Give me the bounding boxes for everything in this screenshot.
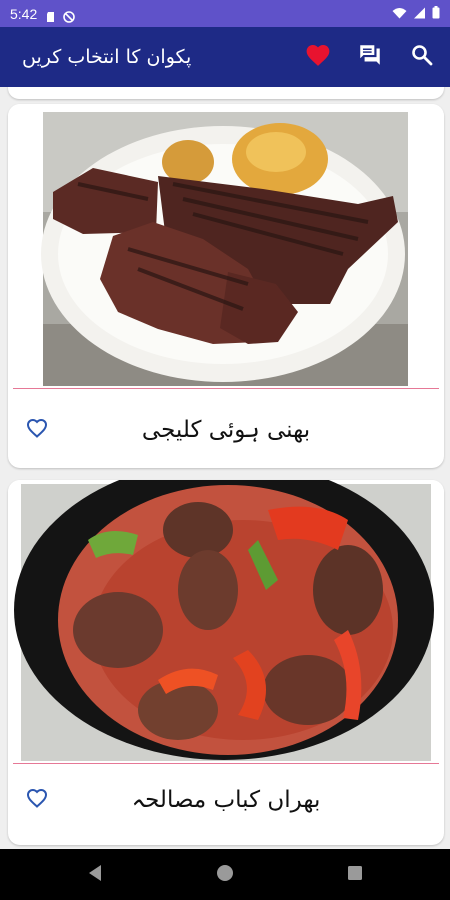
battery-icon xyxy=(432,4,440,23)
app-title: پکوان کا انتخاب کریں xyxy=(22,46,192,68)
heart-icon xyxy=(305,43,331,71)
navigation-bar xyxy=(0,849,450,900)
recipe-title: بھراں کباب مصالحہ xyxy=(131,787,321,813)
search-button[interactable] xyxy=(408,43,436,71)
recents-button[interactable] xyxy=(290,849,420,900)
previous-card-edge xyxy=(8,87,444,99)
card-footer: بھراں کباب مصالحہ xyxy=(8,762,444,838)
status-time: 5:42 xyxy=(10,5,38,22)
wifi-icon xyxy=(392,4,407,23)
recipe-title: بھنی ہوئی کلیجی xyxy=(141,417,311,443)
recipe-image xyxy=(8,104,444,388)
signal-icon xyxy=(413,4,426,23)
do-not-disturb-icon xyxy=(63,8,76,23)
card-divider xyxy=(13,388,439,389)
back-button[interactable] xyxy=(30,849,160,900)
heart-outline-icon xyxy=(25,417,49,443)
app-bar: پکوان کا انتخاب کریں xyxy=(0,27,450,87)
chat-button[interactable] xyxy=(356,43,384,71)
recents-icon xyxy=(347,865,363,885)
sd-card-icon xyxy=(45,8,57,22)
favorite-button[interactable] xyxy=(22,415,52,445)
recipe-list[interactable]: بھنی ہوئی کلیجی بھراں کباب مصالحہ xyxy=(0,87,450,849)
status-bar: 5:42 xyxy=(0,0,450,27)
favorite-button[interactable] xyxy=(22,785,52,815)
home-button[interactable] xyxy=(160,849,290,900)
back-icon xyxy=(87,864,103,886)
home-icon xyxy=(216,864,234,886)
search-icon xyxy=(410,43,434,71)
card-footer: بھنی ہوئی کلیجی xyxy=(8,392,444,468)
recipe-card[interactable]: بھنی ہوئی کلیجی xyxy=(8,104,444,468)
heart-outline-icon xyxy=(25,787,49,813)
recipe-image xyxy=(8,480,444,763)
chat-icon xyxy=(357,42,383,72)
favorites-button[interactable] xyxy=(304,43,332,71)
recipe-card[interactable]: بھراں کباب مصالحہ xyxy=(8,480,444,845)
